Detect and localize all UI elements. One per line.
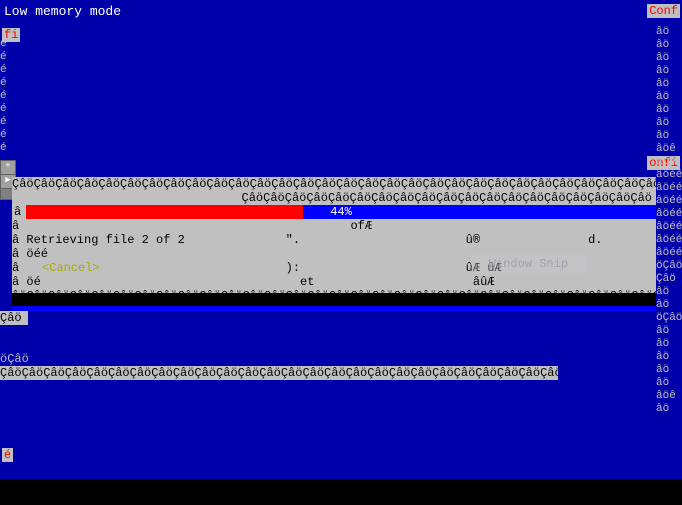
right-border-glyphs: âöâöâö âöâöâö âöâöâö âöêâöêâöéé âöééâöéé…	[656, 26, 682, 416]
progress-dialog: ÇâöÇâöÇâöÇâöÇâöÇâöÇâöÇâöÇâöÇâöÇâöÇâöÇâöÇ…	[12, 177, 656, 303]
progress-row: â 44%	[12, 205, 656, 219]
snip-new-icon[interactable]: +	[1, 161, 15, 175]
dialog-border-top2: ÇâöÇâöÇâöÇâöÇâöÇâöÇâöÇâöÇâöÇâöÇâöÇâöÇâöÇ…	[12, 191, 656, 205]
blue-strip	[12, 306, 656, 311]
dialog-border-left: â	[12, 205, 26, 219]
dialog-border-top: ÇâöÇâöÇâöÇâöÇâöÇâöÇâöÇâöÇâöÇâöÇâöÇâöÇâöÇ…	[12, 177, 656, 191]
mode-title: Low memory mode	[4, 4, 121, 19]
dialog-line-et: â öé et âûÆ	[12, 275, 656, 289]
frag-cao: Çâö	[0, 311, 28, 325]
lower-frag1: öÇâö	[0, 352, 29, 366]
dialog-shadow	[12, 293, 656, 307]
progress-bar: 44%	[26, 205, 656, 219]
bottom-black-bar	[0, 479, 682, 505]
conf-label: Conf	[647, 4, 680, 18]
status-line-row: â Retrieving file 2 of 2 ". û® d.	[12, 233, 656, 247]
dialog-line-of: â ofÆ	[12, 219, 656, 233]
status-text: â Retrieving file 2 of 2 ". û® d.	[12, 233, 656, 247]
lower-frag2: ÇâöÇâöÇâöÇâöÇâöÇâöÇâöÇâöÇâöÇâöÇâöÇâöÇâöÇ…	[0, 366, 558, 380]
installer-screen: Low memory mode Conf fi onfi ééééééééé +…	[0, 0, 682, 505]
window-snip-overlay[interactable]: Window Snip	[471, 255, 586, 273]
e-label: é	[2, 448, 13, 462]
progress-percent: 44%	[26, 205, 656, 219]
left-border-glyphs: ééééééééé	[0, 38, 12, 155]
